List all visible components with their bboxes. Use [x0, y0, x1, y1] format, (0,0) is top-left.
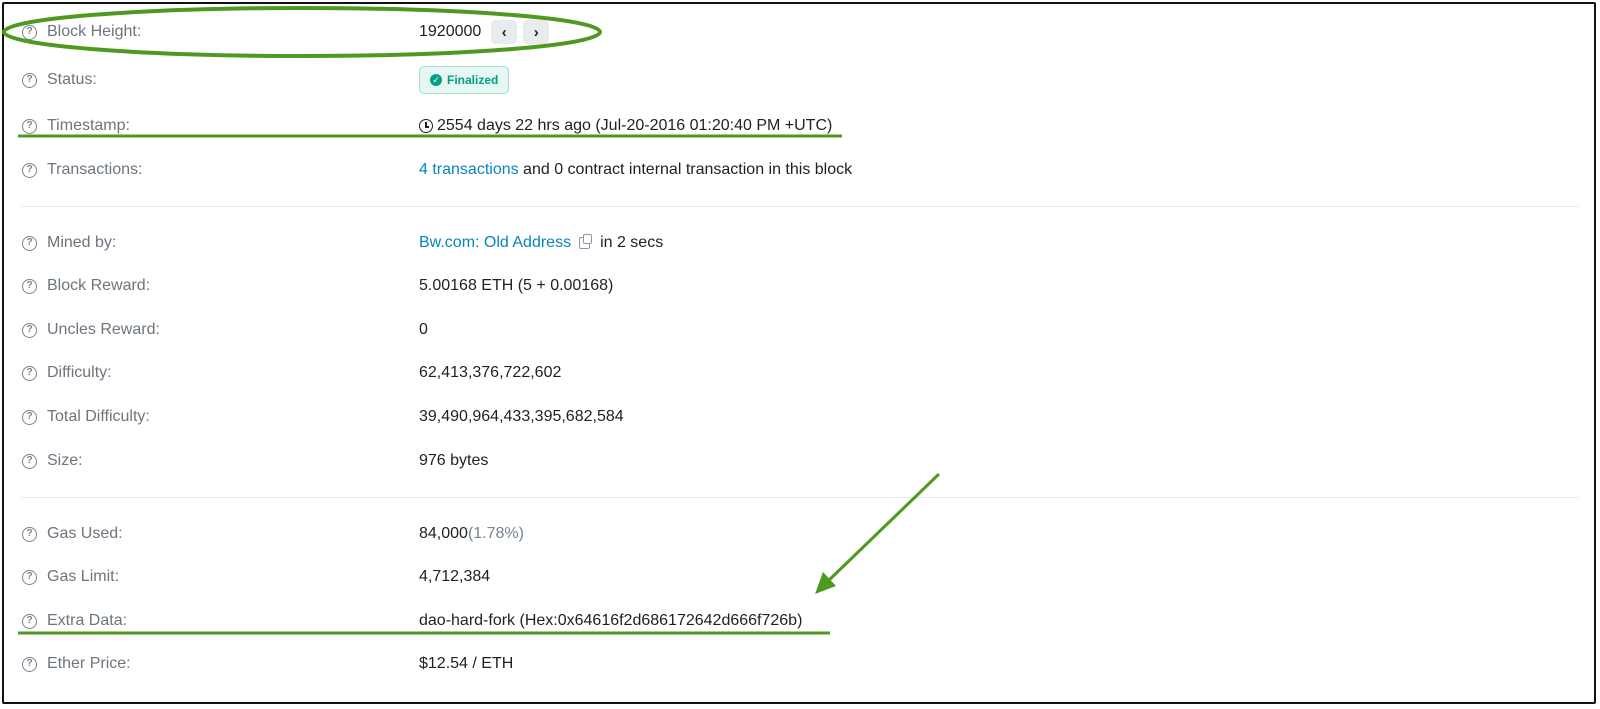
question-circle-icon[interactable]: ?: [22, 235, 37, 251]
block-details-panel: [2, 2, 1596, 704]
question-circle-icon[interactable]: ?: [22, 278, 37, 294]
gas-limit-value: 4,712,384: [419, 568, 491, 585]
row-ether-price: ? Ether Price: $12.54 / ETH: [22, 649, 1578, 679]
row-block-reward: ? Block Reward: 5.00168 ETH (5 + 0.00168): [22, 271, 1578, 301]
status-badge: ✓ Finalized: [419, 66, 510, 94]
size-label: Size:: [47, 452, 83, 469]
uncles-reward-value: 0: [419, 321, 428, 338]
question-circle-icon[interactable]: ?: [22, 72, 37, 88]
gas-used-label: Gas Used:: [47, 525, 123, 542]
miner-address-link[interactable]: Bw.com: Old Address: [419, 234, 571, 252]
block-height-value: 1920000: [419, 23, 482, 40]
question-circle-icon[interactable]: ?: [22, 118, 37, 134]
row-difficulty: ? Difficulty: 62,413,376,722,602: [22, 358, 1578, 388]
row-uncles-reward: ? Uncles Reward: 0: [22, 315, 1578, 345]
total-difficulty-label: Total Difficulty:: [47, 408, 150, 425]
extra-data-label: Extra Data:: [47, 612, 128, 629]
question-circle-icon[interactable]: ?: [22, 526, 37, 542]
extra-data-value: dao-hard-fork (Hex:0x64616f2d686172642d6…: [419, 612, 803, 629]
row-block-height: ? Block Height: 1920000 ‹ ›: [22, 17, 1578, 47]
gas-used-value: 84,000: [419, 525, 468, 542]
mined-by-label: Mined by:: [47, 234, 117, 251]
timestamp-value: 2554 days 22 hrs ago (Jul-20-2016 01:20:…: [437, 117, 833, 134]
row-gas-limit: ? Gas Limit: 4,712,384: [22, 562, 1578, 592]
question-circle-icon[interactable]: ?: [22, 24, 37, 40]
divider: [22, 206, 1578, 207]
transactions-label: Transactions:: [47, 161, 143, 178]
gas-used-percent: (1.78%): [467, 525, 524, 542]
previous-block-button[interactable]: ‹: [491, 20, 518, 44]
uncles-reward-label: Uncles Reward:: [47, 321, 160, 338]
block-height-label: Block Height:: [47, 23, 142, 40]
row-mined-by: ? Mined by: Bw.com: Old Address in 2 secs: [22, 228, 1578, 258]
ether-price-value: $12.54 / ETH: [419, 655, 514, 672]
question-circle-icon[interactable]: ?: [22, 162, 37, 178]
gas-limit-label: Gas Limit:: [47, 568, 120, 585]
row-extra-data: ? Extra Data: dao-hard-fork (Hex:0x64616f…: [22, 606, 1578, 636]
question-circle-icon[interactable]: ?: [22, 409, 37, 425]
block-reward-label: Block Reward:: [47, 277, 151, 294]
status-badge-text: Finalized: [447, 73, 499, 87]
status-label: Status:: [47, 71, 97, 88]
check-circle-icon: ✓: [430, 74, 442, 86]
mined-time-text: in 2 secs: [600, 234, 664, 251]
row-size: ? Size: 976 bytes: [22, 446, 1578, 476]
next-block-button[interactable]: ›: [523, 20, 550, 44]
question-circle-icon[interactable]: ?: [22, 453, 37, 469]
block-reward-value: 5.00168 ETH (5 + 0.00168): [419, 277, 614, 294]
row-gas-used: ? Gas Used: 84,000 (1.78%): [22, 519, 1578, 549]
difficulty-label: Difficulty:: [47, 364, 112, 381]
transactions-link[interactable]: 4 transactions: [419, 161, 519, 179]
question-circle-icon[interactable]: ?: [22, 613, 37, 629]
total-difficulty-value: 39,490,964,433,395,682,584: [419, 408, 624, 425]
timestamp-label: Timestamp:: [47, 117, 130, 134]
clock-icon: [419, 119, 433, 133]
ether-price-label: Ether Price:: [47, 655, 131, 672]
question-circle-icon[interactable]: ?: [22, 656, 37, 672]
question-circle-icon[interactable]: ?: [22, 322, 37, 338]
transactions-text: and 0 contract internal transaction in t…: [518, 161, 853, 178]
question-circle-icon[interactable]: ?: [22, 365, 37, 381]
divider: [22, 497, 1578, 498]
row-status: ? Status: ✓ Finalized: [22, 65, 1578, 95]
question-circle-icon[interactable]: ?: [22, 569, 37, 585]
row-transactions: ? Transactions: 4 transactions and 0 cont…: [22, 155, 1578, 185]
copy-icon[interactable]: [579, 234, 593, 249]
size-value: 976 bytes: [419, 452, 489, 469]
difficulty-value: 62,413,376,722,602: [419, 364, 562, 381]
row-timestamp: ? Timestamp: 2554 days 22 hrs ago (Jul-20…: [22, 111, 1578, 141]
row-total-difficulty: ? Total Difficulty: 39,490,964,433,395,68…: [22, 402, 1578, 432]
